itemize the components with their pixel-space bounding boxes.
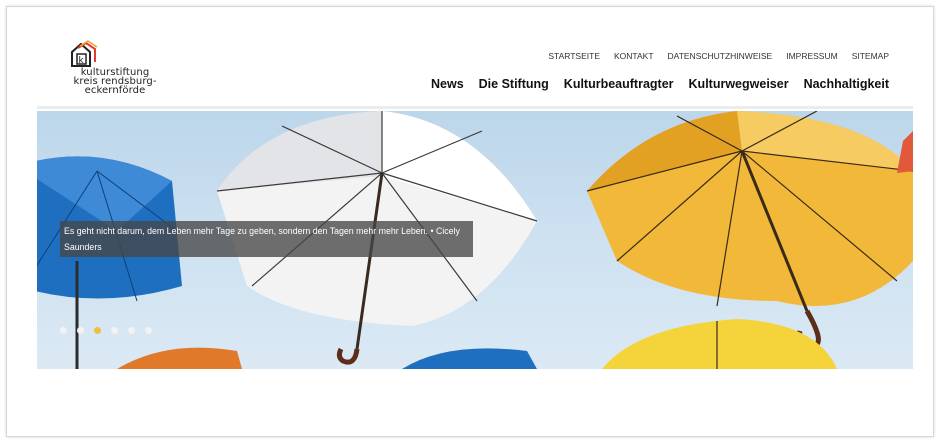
main-nav-kulturwegweiser[interactable]: Kulturwegweiser: [689, 77, 789, 91]
top-nav-startseite[interactable]: STARTSEITE: [548, 51, 600, 61]
slider-dot-2[interactable]: [77, 327, 84, 334]
slider-pagination: [60, 327, 152, 334]
slider-dot-3[interactable]: [94, 327, 101, 334]
main-nav-nachhaltigkeit[interactable]: Nachhaltigkeit: [804, 77, 889, 91]
top-nav-kontakt[interactable]: KONTAKT: [614, 51, 654, 61]
top-nav-datenschutzhinweise[interactable]: DATENSCHUTZHINWEISE: [668, 51, 773, 61]
logo-wordmark: kulturstiftung kreis rendsburg- eckernfö…: [60, 68, 170, 96]
slider-dot-1[interactable]: [60, 327, 67, 334]
slider-dot-5[interactable]: [128, 327, 135, 334]
kulturstiftung-logo-icon: k: [71, 40, 98, 67]
main-nav: News Die Stiftung Kulturbeauftragter Kul…: [431, 77, 889, 91]
top-nav-sitemap[interactable]: SITEMAP: [852, 51, 889, 61]
main-nav-news[interactable]: News: [431, 77, 464, 91]
hero-slider[interactable]: Es geht nicht darum, dem Leben mehr Tage…: [37, 111, 913, 369]
svg-text:k: k: [79, 56, 85, 66]
logo-line-3: eckernförde: [84, 85, 146, 96]
slider-dot-4[interactable]: [111, 327, 118, 334]
top-utility-nav: STARTSEITE KONTAKT DATENSCHUTZHINWEISE I…: [548, 51, 889, 61]
slider-dot-6[interactable]: [145, 327, 152, 334]
hero-quote-caption: Es geht nicht darum, dem Leben mehr Tage…: [60, 221, 473, 257]
header-divider: [37, 106, 913, 109]
main-nav-kulturbeauftragter[interactable]: Kulturbeauftragter: [564, 77, 674, 91]
top-nav-impressum[interactable]: IMPRESSUM: [786, 51, 837, 61]
main-nav-die-stiftung[interactable]: Die Stiftung: [479, 77, 549, 91]
